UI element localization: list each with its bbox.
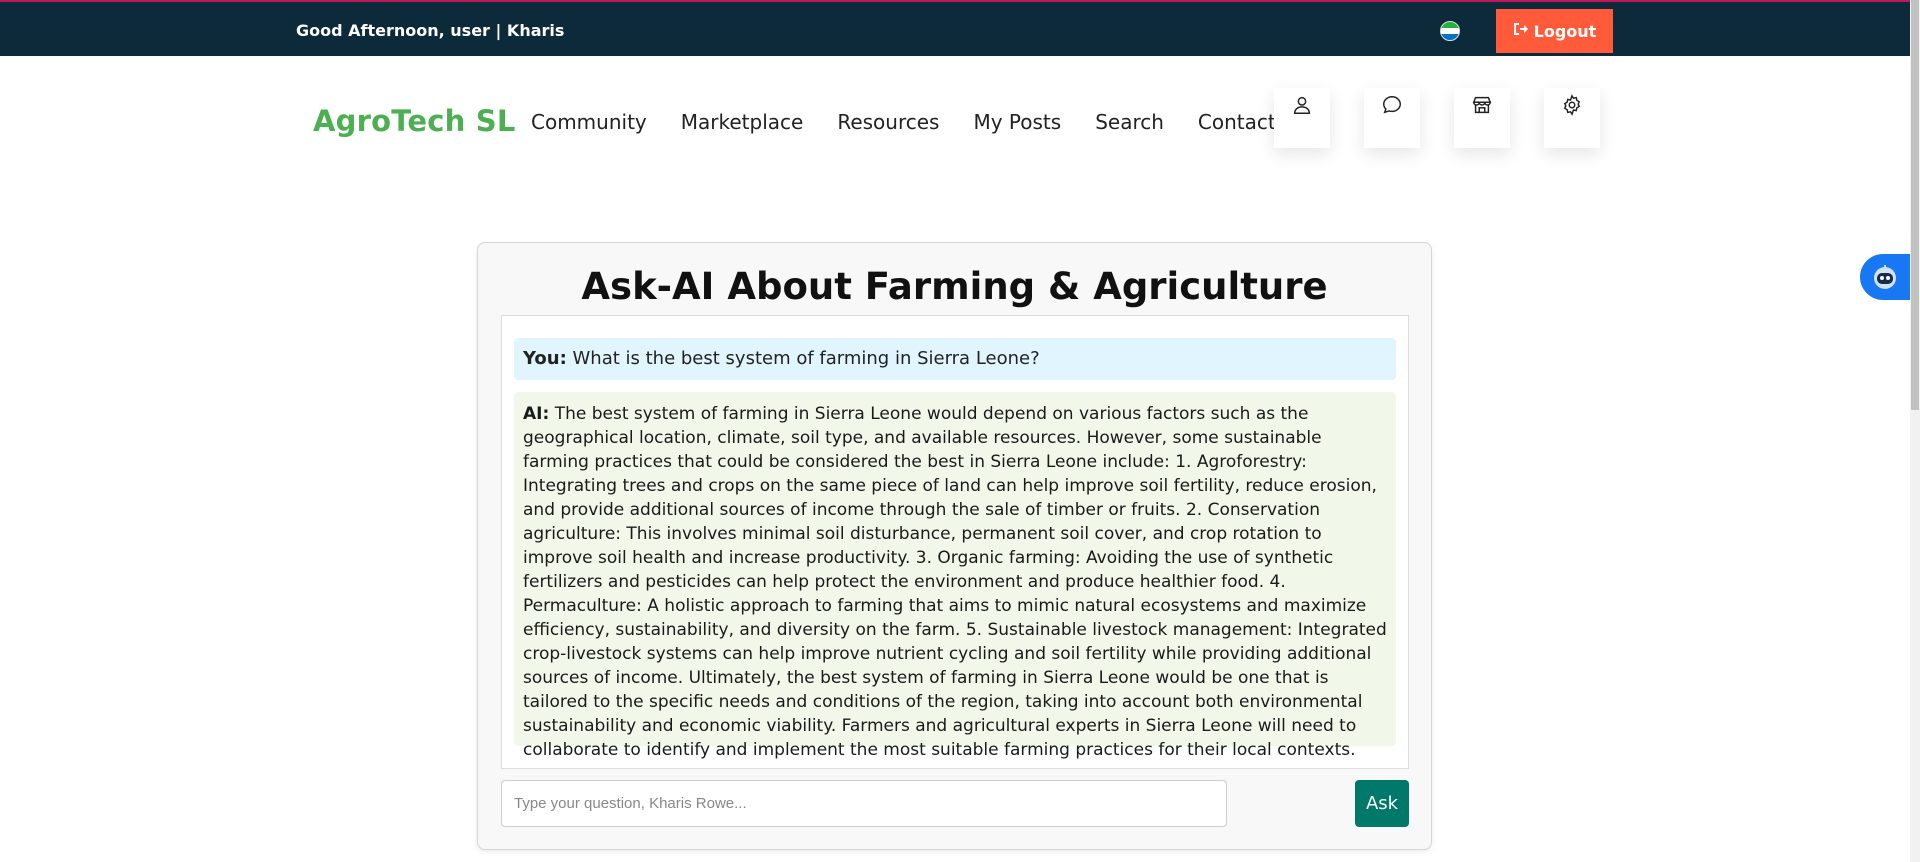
store-icon	[1472, 96, 1492, 114]
question-input[interactable]	[501, 780, 1227, 827]
messages-button[interactable]	[1364, 88, 1420, 148]
page-title: Ask-AI About Farming & Agriculture	[581, 265, 1328, 308]
robot-icon	[1874, 265, 1896, 289]
nav-search[interactable]: Search	[1095, 110, 1164, 134]
ai-message-label: AI:	[523, 404, 550, 424]
top-bar: Good Afternoon, user | Kharis Logout	[0, 0, 1910, 56]
greeting-text: Good Afternoon, user | Kharis	[296, 21, 565, 40]
settings-icon	[1563, 94, 1581, 116]
sign-out-icon	[1513, 22, 1528, 40]
user-message-text: What is the best system of farming in Si…	[572, 348, 1040, 369]
user-message: You: What is the best system of farming …	[514, 338, 1396, 380]
sierra-leone-flag-icon[interactable]	[1440, 21, 1460, 41]
main-nav: Community Marketplace Resources My Posts…	[531, 110, 1276, 134]
brand-logo[interactable]: AgroTech SL	[313, 104, 516, 138]
nav-community[interactable]: Community	[531, 110, 647, 134]
settings-button[interactable]	[1544, 88, 1600, 148]
nav-marketplace[interactable]: Marketplace	[681, 110, 804, 134]
logout-button[interactable]: Logout	[1496, 9, 1613, 53]
nav-contact[interactable]: Contact	[1198, 110, 1276, 134]
chat-history[interactable]: You: What is the best system of farming …	[501, 315, 1409, 769]
ai-bot-widget[interactable]	[1860, 254, 1910, 300]
nav-my-posts[interactable]: My Posts	[973, 110, 1061, 134]
user-icon	[1293, 96, 1311, 114]
ask-button[interactable]: Ask	[1355, 780, 1409, 827]
user-message-label: You:	[523, 348, 567, 369]
page-scrollbar[interactable]	[1910, 0, 1920, 862]
ask-ai-card: Ask-AI About Farming & Agriculture You: …	[477, 242, 1432, 850]
nav-resources[interactable]: Resources	[837, 110, 939, 134]
ai-message-text: The best system of farming in Sierra Leo…	[523, 404, 1387, 760]
profile-button[interactable]	[1274, 88, 1330, 148]
chat-icon	[1383, 96, 1401, 114]
ai-message: AI: The best system of farming in Sierra…	[514, 392, 1396, 760]
logout-label: Logout	[1533, 21, 1597, 41]
store-button[interactable]	[1454, 88, 1510, 148]
